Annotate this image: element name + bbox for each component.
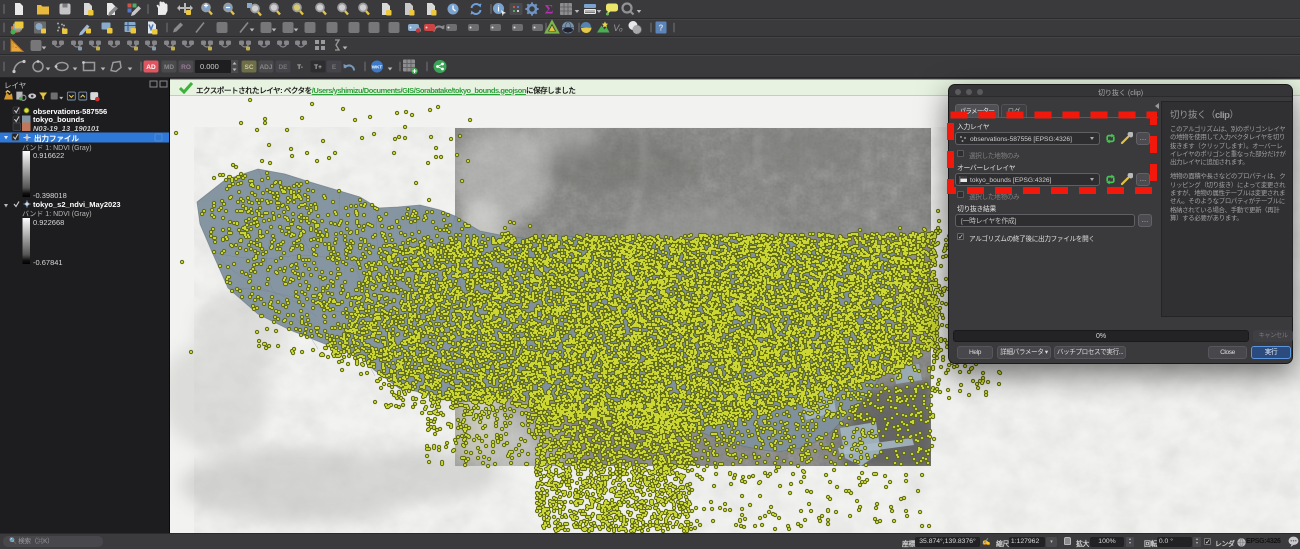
svg-text:T+: T+ [314,64,322,71]
svg-text:i: i [497,5,499,14]
svg-text:E: E [332,64,337,71]
svg-text:0.000: 0.000 [200,62,219,71]
svg-text:Σ: Σ [545,2,554,17]
svg-text:ADJ: ADJ [259,64,272,71]
svg-text:AD: AD [146,64,156,71]
svg-text:T-: T- [297,64,303,71]
svg-text:?: ? [659,24,664,33]
svg-text:MD: MD [164,64,174,71]
svg-text:Vₒ: Vₒ [613,23,623,33]
svg-text:WKT: WKT [372,65,383,70]
svg-text:DE: DE [278,64,288,71]
svg-text:SC: SC [244,64,253,71]
svg-text:RO: RO [181,64,191,71]
